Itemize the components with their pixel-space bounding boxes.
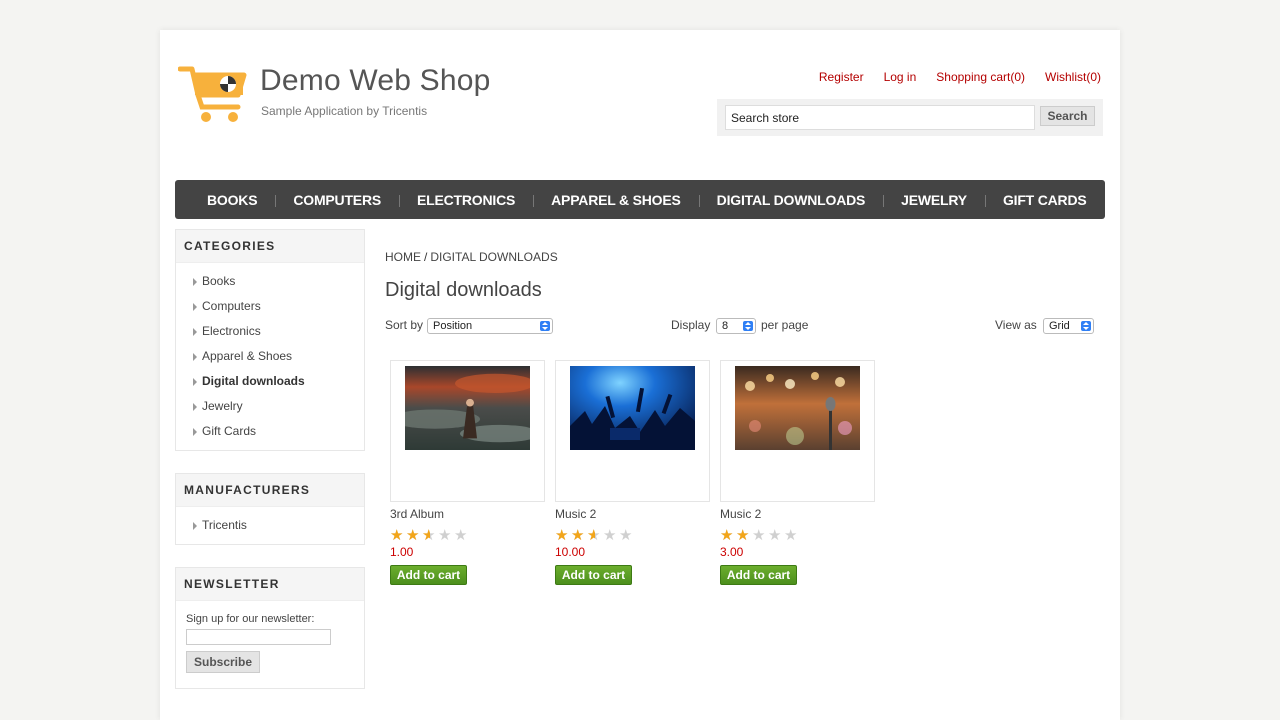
breadcrumb-home[interactable]: HOME bbox=[385, 250, 421, 264]
star-icon: ★★ bbox=[720, 527, 734, 544]
sort-by-label: Sort by bbox=[385, 318, 424, 332]
product-price: 3.00 bbox=[720, 545, 744, 559]
menu-item-jewelry[interactable]: JEWELRY bbox=[883, 192, 985, 208]
menu-item-digital-downloads[interactable]: DIGITAL DOWNLOADS bbox=[698, 192, 884, 208]
product-title[interactable]: Music 2 bbox=[555, 507, 711, 521]
per-page-label: per page bbox=[761, 318, 809, 332]
star-icon: ★★ bbox=[406, 527, 420, 544]
manufacturers-block: MANUFACTURERS Tricentis bbox=[175, 473, 365, 545]
newsletter-label: Sign up for our newsletter: bbox=[186, 613, 315, 625]
newsletter-block: NEWSLETTER Sign up for our newsletter: S… bbox=[175, 567, 365, 689]
product-image-frame[interactable] bbox=[555, 360, 710, 502]
login-link[interactable]: Log in bbox=[884, 70, 917, 84]
view-mode-select[interactable]: Grid bbox=[1043, 318, 1094, 334]
breadcrumb: HOME / DIGITAL DOWNLOADS bbox=[385, 250, 558, 264]
subscribe-button[interactable]: Subscribe bbox=[186, 651, 260, 673]
star-icon: ★★ bbox=[390, 527, 404, 544]
category-computers[interactable]: Computers bbox=[193, 294, 364, 319]
add-to-cart-button[interactable]: Add to cart bbox=[390, 565, 467, 585]
search-button[interactable]: Search bbox=[1040, 106, 1095, 126]
album-cover-storm-image[interactable] bbox=[405, 366, 530, 450]
category-jewelry[interactable]: Jewelry bbox=[193, 394, 364, 419]
shopping-cart-logo-icon[interactable] bbox=[178, 65, 248, 125]
manufacturers-title: MANUFACTURERS bbox=[176, 474, 364, 507]
add-to-cart-button[interactable]: Add to cart bbox=[720, 565, 797, 585]
menu-item-computers[interactable]: COMPUTERS bbox=[275, 192, 399, 208]
shopping-cart-link[interactable]: Shopping cart(0) bbox=[936, 70, 1025, 84]
page-container: Demo Web Shop Sample Application by Tric… bbox=[160, 30, 1120, 720]
product-image-frame[interactable] bbox=[720, 360, 875, 502]
add-to-cart-button[interactable]: Add to cart bbox=[555, 565, 632, 585]
view-mode-value: Grid bbox=[1049, 320, 1070, 332]
rating-stars: ★★ ★★ ★★ ★★ ★★ bbox=[390, 527, 546, 544]
star-icon: ★★ bbox=[752, 527, 766, 544]
category-apparel-shoes[interactable]: Apparel & Shoes bbox=[193, 344, 364, 369]
page-title: Digital downloads bbox=[385, 279, 542, 301]
page-size-select[interactable]: 8 bbox=[716, 318, 756, 334]
star-icon: ★★ bbox=[619, 527, 633, 544]
categories-title: CATEGORIES bbox=[176, 230, 364, 263]
menu-item-gift-cards[interactable]: GIFT CARDS bbox=[984, 192, 1105, 208]
product-price: 10.00 bbox=[555, 545, 586, 559]
page-size-value: 8 bbox=[722, 320, 729, 332]
star-icon: ★★ bbox=[603, 527, 617, 544]
product-image-frame[interactable] bbox=[390, 360, 545, 502]
sort-by-value: Position bbox=[433, 320, 473, 332]
microphone-bokeh-image[interactable] bbox=[735, 366, 860, 450]
categories-list: Books Computers Electronics Apparel & Sh… bbox=[176, 263, 364, 450]
wishlist-link[interactable]: Wishlist(0) bbox=[1045, 70, 1101, 84]
breadcrumb-separator: / bbox=[424, 250, 428, 264]
top-menu: BOOKS COMPUTERS ELECTRONICS APPAREL & SH… bbox=[175, 180, 1105, 219]
menu-item-electronics[interactable]: ELECTRONICS bbox=[399, 192, 533, 208]
menu-item-books[interactable]: BOOKS bbox=[189, 192, 275, 208]
view-as-label: View as bbox=[995, 318, 1037, 332]
category-gift-cards[interactable]: Gift Cards bbox=[193, 419, 364, 444]
star-icon: ★★ bbox=[438, 527, 452, 544]
select-arrows-icon bbox=[1081, 321, 1091, 331]
star-icon: ★★ bbox=[736, 527, 750, 544]
product-item: Music 2 ★★ ★★ ★★ ★★ ★★ 10.00 Add to cart bbox=[555, 360, 711, 585]
newsletter-title: NEWSLETTER bbox=[176, 568, 364, 601]
manufacturer-tricentis[interactable]: Tricentis bbox=[193, 513, 364, 538]
star-icon: ★★ bbox=[768, 527, 782, 544]
header-links: Register Log in Shopping cart(0) Wishlis… bbox=[819, 70, 1101, 84]
search-input[interactable] bbox=[725, 105, 1035, 130]
product-title[interactable]: Music 2 bbox=[720, 507, 876, 521]
menu-item-apparel-shoes[interactable]: APPAREL & SHOES bbox=[533, 192, 699, 208]
star-icon: ★★ bbox=[454, 527, 468, 544]
search-box: Search bbox=[717, 99, 1103, 136]
breadcrumb-current: DIGITAL DOWNLOADS bbox=[430, 250, 558, 264]
star-icon: ★★ bbox=[784, 527, 798, 544]
star-icon: ★★ bbox=[571, 527, 585, 544]
concert-crowd-blue-image[interactable] bbox=[570, 366, 695, 450]
site-subtitle: Sample Application by Tricentis bbox=[261, 104, 428, 118]
select-arrows-icon bbox=[540, 321, 550, 331]
site-title[interactable]: Demo Web Shop bbox=[260, 64, 491, 98]
categories-block: CATEGORIES Books Computers Electronics A… bbox=[175, 229, 365, 451]
product-item: Music 2 ★★ ★★ ★★ ★★ ★★ 3.00 Add to cart bbox=[720, 360, 876, 585]
star-icon: ★★ bbox=[422, 527, 436, 544]
display-label: Display bbox=[671, 318, 711, 332]
rating-stars: ★★ ★★ ★★ ★★ ★★ bbox=[555, 527, 711, 544]
product-price: 1.00 bbox=[390, 545, 414, 559]
category-books[interactable]: Books bbox=[193, 269, 364, 294]
product-title[interactable]: 3rd Album bbox=[390, 507, 546, 521]
star-icon: ★★ bbox=[555, 527, 569, 544]
product-item: 3rd Album ★★ ★★ ★★ ★★ ★★ 1.00 Add to car… bbox=[390, 360, 546, 585]
category-electronics[interactable]: Electronics bbox=[193, 319, 364, 344]
manufacturers-list: Tricentis bbox=[176, 507, 364, 544]
sort-by-select[interactable]: Position bbox=[427, 318, 553, 334]
newsletter-email-input[interactable] bbox=[186, 629, 331, 645]
register-link[interactable]: Register bbox=[819, 70, 864, 84]
star-icon: ★★ bbox=[587, 527, 601, 544]
rating-stars: ★★ ★★ ★★ ★★ ★★ bbox=[720, 527, 876, 544]
category-digital-downloads[interactable]: Digital downloads bbox=[193, 369, 364, 394]
select-arrows-icon bbox=[743, 321, 753, 331]
